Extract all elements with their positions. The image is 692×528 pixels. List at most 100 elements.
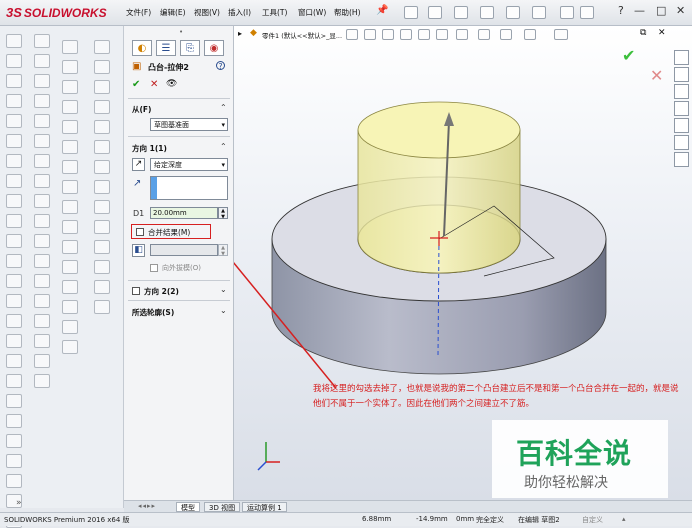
open-file-icon[interactable] (428, 6, 442, 19)
freeform-icon[interactable] (62, 320, 78, 334)
chamfer-icon[interactable] (34, 214, 50, 228)
table-pattern-icon[interactable] (62, 120, 78, 134)
viewport-close-icon[interactable]: ✕ (658, 28, 666, 38)
draft-analysis-icon[interactable] (94, 200, 110, 214)
interference-icon[interactable] (94, 180, 110, 194)
combine-icon[interactable] (34, 294, 50, 308)
sketch-fillet-icon[interactable] (34, 374, 50, 388)
new-file-icon[interactable] (404, 6, 418, 19)
variable-pattern-icon[interactable] (62, 140, 78, 154)
viewport-restore-icon[interactable]: ⧉ (640, 28, 646, 38)
unit-system[interactable]: 自定义 (582, 515, 603, 525)
draft-angle-input[interactable] (150, 244, 218, 256)
merge-result-checkbox[interactable] (136, 228, 144, 236)
select-icon[interactable] (532, 6, 546, 19)
tab-motion-study[interactable]: 运动算例 1 (242, 502, 287, 512)
sweep-boss-icon[interactable] (6, 74, 22, 88)
direction2-checkbox[interactable] (132, 287, 140, 295)
polygon-icon[interactable] (6, 454, 22, 468)
compare-icon[interactable] (94, 300, 110, 314)
undo-icon[interactable] (506, 6, 520, 19)
scale-icon[interactable] (62, 260, 78, 274)
direction2-section-header[interactable]: 方向 2(2) (144, 286, 179, 297)
collapse-chevron-icon[interactable]: ⌃ (220, 142, 227, 151)
rib-icon[interactable] (6, 234, 22, 248)
view-orientation-icon[interactable] (436, 29, 448, 40)
save-icon[interactable] (454, 6, 468, 19)
minimize-button[interactable]: — (634, 4, 645, 17)
menu-window[interactable]: 窗口(W) (298, 7, 326, 18)
rebuild-icon[interactable] (560, 6, 574, 19)
from-select[interactable]: 草图基准面 ▾ (150, 118, 228, 131)
helix-icon[interactable] (34, 134, 50, 148)
mass-properties-icon[interactable] (94, 80, 110, 94)
ref-plane-icon[interactable] (34, 34, 50, 48)
line-icon[interactable] (6, 354, 22, 368)
home-icon[interactable] (674, 50, 689, 65)
expand-chevron-icon[interactable]: » (16, 498, 22, 508)
menu-tools[interactable]: 工具(T) (262, 7, 287, 18)
fill-pattern-icon[interactable] (62, 100, 78, 114)
menu-edit[interactable]: 编辑(E) (160, 7, 186, 18)
evaluate-icon[interactable] (94, 40, 110, 54)
collapse-handle-icon[interactable]: • (179, 28, 183, 36)
trim-icon[interactable] (6, 474, 22, 488)
ref-point-icon[interactable] (34, 94, 50, 108)
chevron-up-icon[interactable]: ▴ (622, 515, 626, 523)
surface-icon[interactable] (62, 200, 78, 214)
apply-scene-icon[interactable] (524, 29, 536, 40)
collapse-chevron-icon[interactable]: ⌃ (220, 103, 227, 112)
curve-icon[interactable] (34, 114, 50, 128)
from-section-header[interactable]: 从(F) (132, 104, 151, 115)
draft-spinner[interactable]: ▲ ▼ (218, 244, 228, 257)
revolve-boss-icon[interactable] (6, 54, 22, 68)
rectangle-icon[interactable] (6, 374, 22, 388)
end-condition-select[interactable]: 给定深度 ▾ (150, 158, 228, 171)
deform-icon[interactable] (62, 300, 78, 314)
pin-icon[interactable]: 📌 (376, 5, 388, 16)
projected-curve-icon[interactable] (34, 174, 50, 188)
flex-icon[interactable] (62, 280, 78, 294)
ok-button[interactable]: ✔ (132, 79, 140, 90)
reverse-direction-icon[interactable]: ↗ (132, 158, 145, 171)
zebra-icon[interactable] (94, 240, 110, 254)
revolve-cut-icon[interactable] (6, 174, 22, 188)
replace-face-icon[interactable] (62, 240, 78, 254)
feature-tree-root[interactable]: 零件1 (默认<<默认>_显... (262, 30, 342, 40)
preview-button[interactable]: 👁 (166, 79, 177, 89)
sketch-icon[interactable] (6, 314, 22, 328)
menu-help[interactable]: 帮助(H) (334, 7, 361, 18)
statistics-icon[interactable] (94, 140, 110, 154)
symmetry-icon[interactable] (94, 280, 110, 294)
tree-expand-icon[interactable]: ▸ (238, 29, 242, 38)
boundary-boss-icon[interactable] (6, 114, 22, 128)
zoom-fit-icon[interactable] (346, 29, 358, 40)
close-button[interactable]: ✕ (676, 4, 685, 17)
spline-icon[interactable] (6, 434, 22, 448)
convert-entities-icon[interactable] (34, 334, 50, 348)
display-manager-tab-icon[interactable]: ◉ (204, 40, 224, 56)
menu-view[interactable]: 视图(V) (194, 7, 220, 18)
feature-manager-tab-icon[interactable]: ◐ (132, 40, 152, 56)
thicken-icon[interactable] (62, 160, 78, 174)
property-manager-tab-icon[interactable]: ☰ (156, 40, 176, 56)
coord-system-icon[interactable] (34, 74, 50, 88)
wrap-icon[interactable] (34, 254, 50, 268)
sensor-icon[interactable] (94, 120, 110, 134)
selected-contours-header[interactable]: 所选轮廓(S) (132, 307, 174, 318)
help-button[interactable]: ? (216, 61, 225, 71)
view-settings-icon[interactable] (554, 29, 568, 40)
tab-model[interactable]: 模型 (176, 502, 200, 512)
split-line-icon[interactable] (34, 154, 50, 168)
intersect-icon[interactable] (34, 274, 50, 288)
custom-properties-icon[interactable] (674, 135, 689, 150)
display-style-icon[interactable] (456, 29, 468, 40)
dynamic-annotation-icon[interactable] (418, 29, 430, 40)
arc-icon[interactable] (6, 414, 22, 428)
thickness-analysis-icon[interactable] (94, 220, 110, 234)
section-view-icon[interactable] (400, 29, 412, 40)
circle-icon[interactable] (6, 394, 22, 408)
check-icon[interactable] (94, 160, 110, 174)
depth-input[interactable]: 20.00mm (150, 207, 218, 219)
loft-boss-icon[interactable] (6, 94, 22, 108)
